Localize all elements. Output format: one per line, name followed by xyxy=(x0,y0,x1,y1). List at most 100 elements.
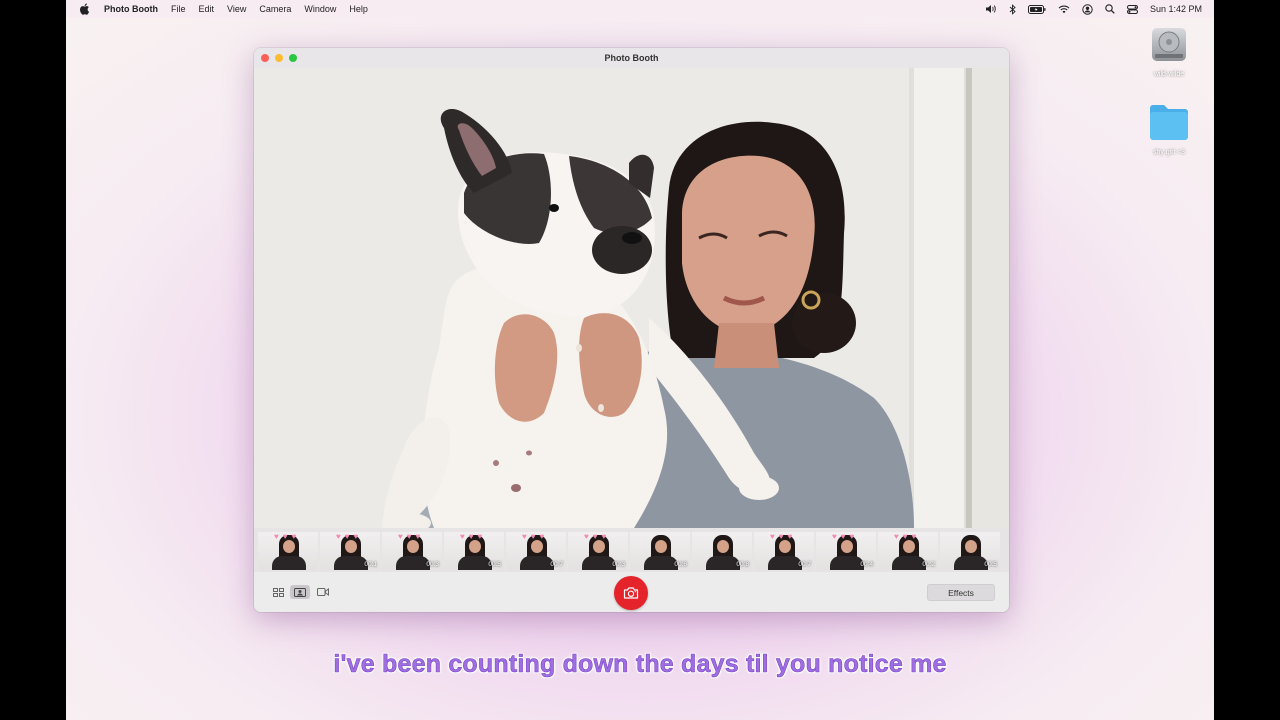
status-area: Sun 1:42 PM xyxy=(985,0,1202,18)
thumbnail-body xyxy=(892,556,926,570)
photo-thumbnail[interactable]: ♥♥♥ 00:3 xyxy=(382,532,442,570)
menu-clock[interactable]: Sun 1:42 PM xyxy=(1150,4,1202,14)
hearts-effect-icon: ♥♥♥ xyxy=(832,532,859,541)
photo-thumbnail[interactable]: 00:6 xyxy=(630,532,690,570)
apple-menu-icon[interactable] xyxy=(80,3,90,15)
menu-file[interactable]: File xyxy=(171,4,186,14)
thumbnail-body xyxy=(458,556,492,570)
thumbnail-duration: 00:5 xyxy=(984,561,997,568)
desktop: Photo Booth File Edit View Camera Window… xyxy=(66,0,1214,720)
thumbnail-face xyxy=(407,540,419,553)
camera-preview xyxy=(254,68,1009,528)
menu-camera[interactable]: Camera xyxy=(259,4,291,14)
bluetooth-icon[interactable] xyxy=(1009,3,1016,15)
window-title: Photo Booth xyxy=(604,53,659,63)
thumbnail-duration: 00:2 xyxy=(922,561,935,568)
thumbnail-duration: 00:7 xyxy=(550,561,563,568)
volume-icon[interactable] xyxy=(985,4,997,14)
thumbnail-duration: 00:7 xyxy=(798,561,811,568)
take-photo-button[interactable] xyxy=(614,576,648,610)
folder-icon xyxy=(1150,105,1188,140)
thumbnail-duration: 00:5 xyxy=(488,561,501,568)
photo-thumbnail[interactable]: ♥♥♥ 00:3 xyxy=(568,532,628,570)
thumbnail-face xyxy=(779,540,791,553)
menu-window[interactable]: Window xyxy=(304,4,336,14)
thumbnail-face xyxy=(903,540,915,553)
camera-preview-image xyxy=(254,68,1009,528)
menu-app-name[interactable]: Photo Booth xyxy=(104,4,158,14)
thumbnail-face xyxy=(841,540,853,553)
thumbnail-body xyxy=(644,556,678,570)
thumbnail-duration: 00:3 xyxy=(612,561,625,568)
thumbnail-body xyxy=(334,556,368,570)
grid-view-button[interactable] xyxy=(268,585,288,599)
photo-thumbnail[interactable]: ♥♥♥ xyxy=(258,532,318,570)
thumbnail-face xyxy=(345,540,357,553)
user-icon[interactable] xyxy=(1082,3,1093,15)
thumbnail-face xyxy=(655,540,667,553)
wifi-icon[interactable] xyxy=(1058,5,1070,14)
video-icon xyxy=(317,588,329,596)
video-mode-button[interactable] xyxy=(313,585,333,599)
thumbnail-body xyxy=(582,556,616,570)
hearts-effect-icon: ♥♥♥ xyxy=(398,532,425,541)
hearts-effect-icon: ♥♥♥ xyxy=(274,532,301,541)
hearts-effect-icon: ♥♥♥ xyxy=(522,532,549,541)
window-titlebar[interactable]: Photo Booth xyxy=(254,48,1009,68)
single-photo-icon xyxy=(294,587,306,597)
thumbnail-face xyxy=(469,540,481,553)
photo-strip[interactable]: ♥♥♥ ♥♥♥ 00:1 ♥♥♥ 00:3 ♥♥♥ 00:5 ♥♥♥ 00:7 ♥♥♥ 00:3 00… xyxy=(254,528,1009,572)
control-center-icon[interactable] xyxy=(1126,4,1138,14)
thumbnail-duration: 00:6 xyxy=(674,561,687,568)
photo-thumbnail[interactable]: ♥♥♥ 00:2 xyxy=(878,532,938,570)
single-photo-button[interactable] xyxy=(290,585,310,599)
desktop-item-label: wild-wilde xyxy=(1153,71,1185,78)
close-button[interactable] xyxy=(261,54,269,62)
thumbnail-body xyxy=(768,556,802,570)
photo-booth-window: Photo Booth ♥♥♥ ♥♥♥ 00:1 ♥♥♥ 00:3 ♥♥♥ 00… xyxy=(254,48,1009,612)
hard-drive-icon xyxy=(1152,28,1186,61)
photo-thumbnail[interactable]: ♥♥♥ 00:1 xyxy=(320,532,380,570)
hearts-effect-icon: ♥♥♥ xyxy=(894,532,921,541)
thumbnail-face xyxy=(283,540,295,553)
thumbnail-duration: 00:3 xyxy=(426,561,439,568)
menu-view[interactable]: View xyxy=(227,4,246,14)
search-icon[interactable] xyxy=(1105,4,1115,14)
video-caption: i've been counting down the days til you… xyxy=(333,650,947,679)
photo-thumbnail[interactable]: 00:8 xyxy=(692,532,752,570)
thumbnail-face xyxy=(965,540,977,553)
desktop-item-label: shy girl <3 xyxy=(1152,149,1186,156)
hearts-effect-icon: ♥♥♥ xyxy=(584,532,611,541)
battery-icon[interactable] xyxy=(1027,4,1046,14)
thumbnail-body xyxy=(272,556,306,570)
thumbnail-body xyxy=(706,556,740,570)
thumbnail-duration: 00:1 xyxy=(364,561,377,568)
fullscreen-button[interactable] xyxy=(289,54,297,62)
photo-thumbnail[interactable]: ♥♥♥ 00:5 xyxy=(444,532,504,570)
hearts-effect-icon: ♥♥♥ xyxy=(336,532,363,541)
photo-thumbnail[interactable]: ♥♥♥ 00:7 xyxy=(506,532,566,570)
thumbnail-body xyxy=(954,556,988,570)
hearts-effect-icon: ♥♥♥ xyxy=(770,532,797,541)
thumbnail-body xyxy=(520,556,554,570)
menu-edit[interactable]: Edit xyxy=(199,4,215,14)
menu-bar: Photo Booth File Edit View Camera Window… xyxy=(66,0,1214,18)
minimize-button[interactable] xyxy=(275,54,283,62)
grid-view-icon xyxy=(272,587,284,597)
photo-thumbnail[interactable]: 00:5 xyxy=(940,532,1000,570)
thumbnail-body xyxy=(396,556,430,570)
thumbnail-duration: 00:8 xyxy=(736,561,749,568)
thumbnail-body xyxy=(830,556,864,570)
menu-help[interactable]: Help xyxy=(349,4,368,14)
photo-thumbnail[interactable]: ♥♥♥ 00:4 xyxy=(816,532,876,570)
camera-icon xyxy=(623,587,639,599)
bottom-toolbar: Effects xyxy=(254,572,1009,612)
photo-thumbnail[interactable]: ♥♥♥ 00:7 xyxy=(754,532,814,570)
thumbnail-face xyxy=(593,540,605,553)
effects-button[interactable]: Effects xyxy=(927,584,995,601)
thumbnail-face xyxy=(531,540,543,553)
thumbnail-face xyxy=(717,540,729,553)
desktop-item-folder[interactable]: shy girl <3 xyxy=(1139,102,1199,156)
desktop-item-drive[interactable]: wild-wilde xyxy=(1139,24,1199,78)
thumbnail-duration: 00:4 xyxy=(860,561,873,568)
